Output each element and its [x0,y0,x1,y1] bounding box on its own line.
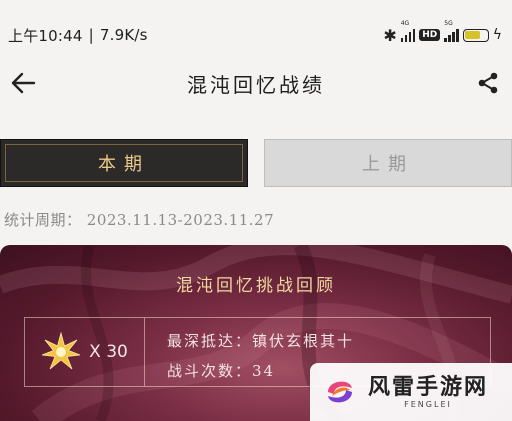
tab-previous-period[interactable]: 上期 [264,139,512,187]
watermark-text: 风雷手游网 FENGLEI [368,374,489,409]
status-time: 上午10:44 [8,26,83,45]
watermark-sub: FENGLEI [404,399,452,409]
period-range: 2023.11.13-2023.11.27 [86,211,275,229]
watermark: 风雷手游网 FENGLEI [310,363,512,421]
battery-icon [462,28,489,42]
deepest-value: 镇伏玄根其十 [252,332,355,350]
network-speed: 7.9K/s [99,26,148,44]
status-left: 上午10:44 | 7.9K/s [8,25,148,46]
fenglei-logo-icon [328,381,352,403]
star-icon [42,332,81,370]
header: 混沌回忆战绩 [0,60,512,106]
watermark-name: 风雷手游网 [368,374,489,400]
status-divider: | [88,26,94,44]
battles-label: 战斗次数： [167,362,253,380]
status-right: ✱ 4G HD 5G ϟ [383,20,502,45]
star-summary: X 30 [25,318,145,386]
signal-icon: 4G [400,20,416,42]
tab-current-label: 本期 [98,154,150,175]
signal-icon-2: 5G [444,20,459,42]
signal-2-tag: 5G [444,20,453,27]
share-button[interactable] [472,67,504,99]
arrow-left-icon [11,72,36,94]
charging-icon: ϟ [492,27,502,43]
bluetooth-icon: ✱ [383,25,397,45]
period-label: 统计周期： [4,211,82,229]
tab-previous-label: 上期 [362,154,414,175]
signal-1-tag: 4G [400,20,410,27]
back-button[interactable] [8,68,38,98]
star-count: X 30 [89,342,128,362]
tab-current-period[interactable]: 本期 [0,139,248,187]
deepest-label: 最深抵达： [167,332,253,350]
review-title: 混沌回忆挑战回顾 [176,276,336,296]
stat-period: 统计周期： 2023.11.13-2023.11.27 [4,209,274,230]
share-icon [478,72,498,94]
hd-badge: HD [419,29,441,41]
battles-value: 34 [252,362,276,380]
deepest-reached: 最深抵达：镇伏玄根其十 [167,330,490,351]
page-title: 混沌回忆战绩 [187,72,325,97]
